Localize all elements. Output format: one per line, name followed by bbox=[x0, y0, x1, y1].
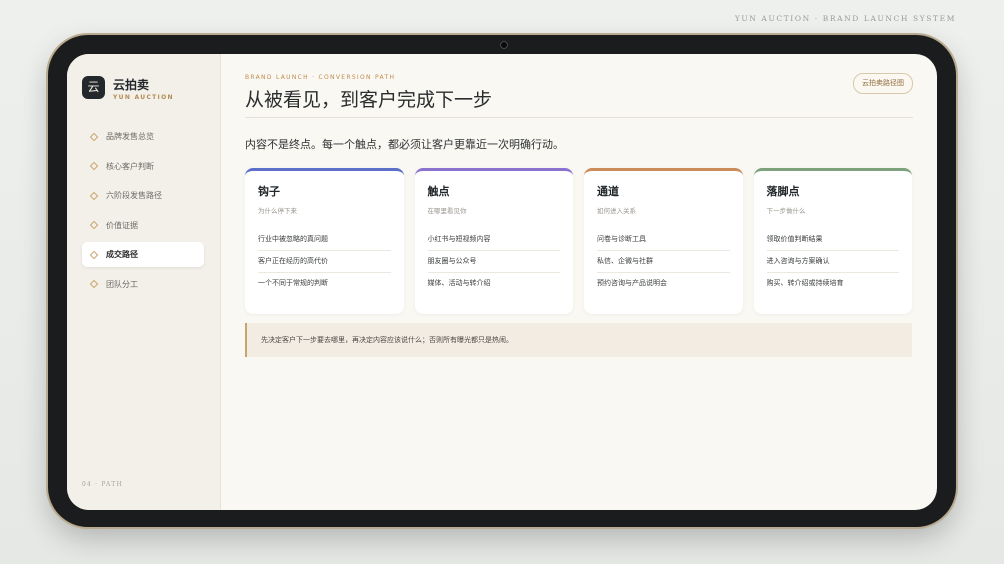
brand-subtitle: YUN AUCTION bbox=[113, 94, 174, 101]
sidebar-item-label: 核心客户判断 bbox=[106, 161, 154, 171]
sidebar-item-core-customer[interactable]: 核心客户判断 bbox=[82, 154, 204, 179]
card-subtitle: 下一步做什么 bbox=[766, 207, 806, 215]
diamond-icon bbox=[89, 132, 99, 141]
sidebar-item-label: 价值证据 bbox=[106, 220, 138, 230]
sidebar-item-label: 品牌发售总览 bbox=[106, 132, 154, 141]
card-title: 通道 bbox=[597, 185, 619, 198]
diamond-icon bbox=[89, 161, 99, 171]
card-item: 客户正在经历的高代价 bbox=[258, 251, 391, 273]
card-subtitle: 如何进入关系 bbox=[597, 207, 636, 215]
card-item: 领取价值判断结果 bbox=[766, 229, 899, 251]
sidebar-item-label: 六阶段发售路径 bbox=[106, 191, 162, 201]
card-item: 朋友圈与公众号 bbox=[427, 251, 560, 273]
diamond-icon bbox=[89, 191, 99, 200]
card-item: 私信、企微与社群 bbox=[597, 251, 730, 273]
card-item: 购买、转介绍或持续培育 bbox=[766, 279, 844, 287]
path-cards: 钩子 为什么停下来 行业中被忽略的真问题 客户正在经历的高代价 一个不同于常规的… bbox=[245, 168, 912, 314]
card-subtitle: 为什么停下来 bbox=[258, 207, 297, 215]
card-subtitle: 在哪里看见你 bbox=[427, 207, 467, 215]
card-item: 媒体、活动与转介绍 bbox=[427, 279, 491, 287]
sidebar-item-conversion-path[interactable]: 成交路径 bbox=[82, 242, 204, 268]
sidebar-item-label: 团队分工 bbox=[106, 279, 138, 289]
section-eyebrow: BRAND LAUNCH · CONVERSION PATH bbox=[245, 74, 396, 81]
diamond-icon bbox=[89, 221, 99, 230]
card-touchpoint: 触点 在哪里看见你 小红书与短视频内容 朋友圈与公众号 媒体、活动与转介绍 bbox=[414, 168, 573, 314]
brand-logo-icon: 云 bbox=[82, 76, 105, 99]
card-item: 进入咨询与方案确认 bbox=[766, 251, 899, 273]
sidebar: 云 云拍卖 YUN AUCTION 品牌发售总览 核心客户判断 六阶段发售路径 bbox=[67, 54, 221, 510]
card-landing: 落脚点 下一步做什么 领取价值判断结果 进入咨询与方案确认 购买、转介绍或持续培… bbox=[753, 168, 912, 314]
app-screen: 云 云拍卖 YUN AUCTION 品牌发售总览 核心客户判断 六阶段发售路径 bbox=[67, 54, 937, 510]
callout-note: 先决定客户下一步要去哪里，再决定内容应该说什么；否则所有曝光都只是热闹。 bbox=[245, 323, 912, 357]
sidebar-item-six-stage-path[interactable]: 六阶段发售路径 bbox=[82, 183, 204, 208]
header-divider bbox=[245, 117, 913, 118]
tablet-frame: 云 云拍卖 YUN AUCTION 品牌发售总览 核心客户判断 六阶段发售路径 bbox=[48, 35, 956, 527]
sidebar-item-label: 成交路径 bbox=[106, 250, 138, 260]
diamond-icon bbox=[89, 280, 99, 289]
diamond-icon bbox=[89, 250, 99, 260]
sidebar-item-team[interactable]: 团队分工 bbox=[82, 272, 204, 297]
sidebar-item-overview[interactable]: 品牌发售总览 bbox=[82, 124, 204, 149]
header-tagline: YUN AUCTION · BRAND LAUNCH SYSTEM bbox=[734, 14, 956, 23]
main-content: BRAND LAUNCH · CONVERSION PATH 从被看见，到客户完… bbox=[220, 54, 937, 510]
card-item: 行业中被忽略的真问题 bbox=[258, 229, 391, 251]
page-indicator: 04 · PATH bbox=[82, 481, 123, 488]
card-channel: 通道 如何进入关系 问卷与诊断工具 私信、企微与社群 预约咨询与产品说明会 bbox=[584, 168, 743, 314]
card-title: 落脚点 bbox=[766, 185, 800, 198]
card-item: 问卷与诊断工具 bbox=[597, 229, 730, 251]
card-item: 一个不同于常规的判断 bbox=[258, 279, 328, 287]
card-title: 钩子 bbox=[258, 185, 280, 198]
card-item: 预约咨询与产品说明会 bbox=[597, 279, 667, 287]
page-title: 从被看见，到客户完成下一步 bbox=[245, 89, 493, 111]
card-hook: 钩子 为什么停下来 行业中被忽略的真问题 客户正在经历的高代价 一个不同于常规的… bbox=[245, 168, 404, 314]
lead-text: 内容不是终点。每一个触点，都必须让客户更靠近一次明确行动。 bbox=[245, 138, 564, 151]
brand-name: 云拍卖 bbox=[113, 78, 150, 92]
card-item: 小红书与短视频内容 bbox=[427, 229, 560, 251]
card-title: 触点 bbox=[427, 185, 450, 198]
sidebar-nav: 品牌发售总览 核心客户判断 六阶段发售路径 价值证据 成交路径 团队分工 bbox=[82, 124, 204, 302]
sidebar-item-value-evidence[interactable]: 价值证据 bbox=[82, 213, 204, 238]
path-map-button[interactable]: 云拍卖路径图 bbox=[853, 73, 913, 94]
camera-dot bbox=[500, 41, 508, 49]
